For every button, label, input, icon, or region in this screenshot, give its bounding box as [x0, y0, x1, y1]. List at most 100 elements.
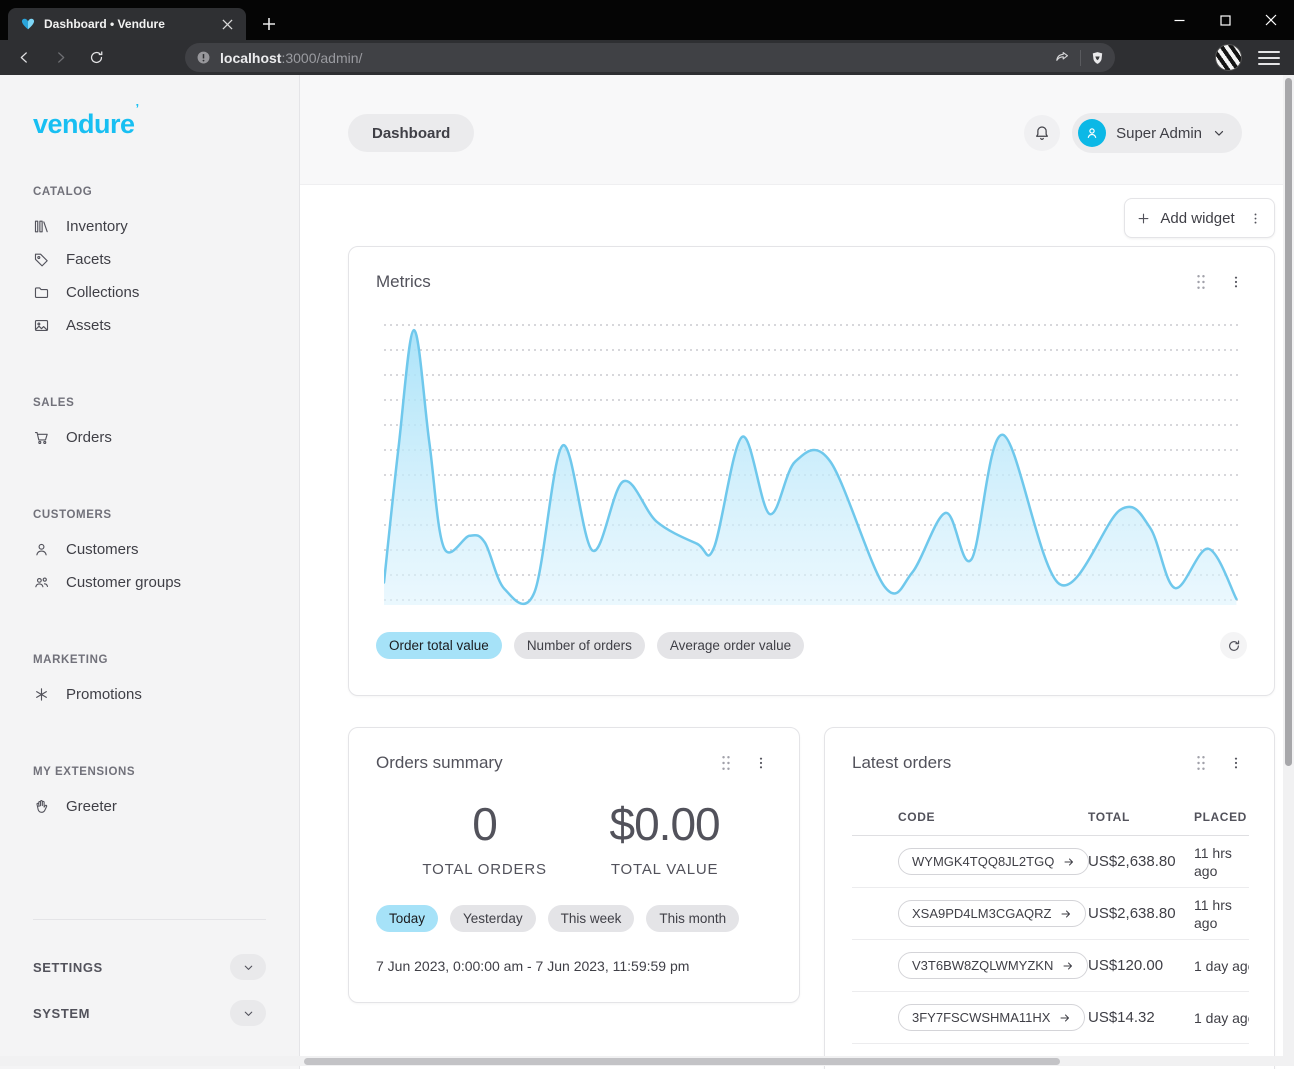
screen: Dashboard • Vendure: [0, 0, 1294, 1069]
promotions-icon: [33, 686, 50, 703]
new-tab-button[interactable]: [256, 11, 282, 37]
total-value-stat: $0.00 TOTAL VALUE: [560, 797, 769, 878]
kebab-menu-icon[interactable]: [1228, 755, 1244, 771]
sidebar-item-promotions[interactable]: Promotions: [0, 678, 299, 711]
drag-handle-icon[interactable]: [1194, 273, 1208, 291]
sidebar-section-sales: SALES Orders: [0, 397, 299, 454]
sidebar-divider: [33, 919, 266, 920]
tab-average-order-value[interactable]: Average order value: [657, 632, 804, 659]
system-expand-button[interactable]: [230, 1000, 266, 1026]
toolbar-divider: [1080, 50, 1081, 66]
sidebar-section-customers: CUSTOMERS Customers Customer groups: [0, 509, 299, 599]
total-orders-stat: 0 TOTAL ORDERS: [409, 797, 560, 878]
user-menu[interactable]: Super Admin: [1072, 113, 1242, 153]
order-code-link[interactable]: XSA9PD4LM3CGAQRZ: [898, 900, 1086, 927]
order-total: US$2,638.80: [1088, 853, 1194, 870]
metrics-chart: [384, 322, 1238, 607]
sidebar-section-my-extensions: MY EXTENSIONS Greeter: [0, 766, 299, 823]
horizontal-scrollbar-thumb[interactable]: [304, 1058, 1060, 1065]
section-label: SALES: [33, 397, 299, 409]
address-bar[interactable]: localhost:3000/admin/: [185, 43, 1115, 72]
total-orders-value: 0: [409, 797, 560, 851]
sidebar-section-marketing: MARKETING Promotions: [0, 654, 299, 711]
sidebar-item-assets[interactable]: Assets: [0, 309, 299, 342]
sidebar-item-inventory[interactable]: Inventory: [0, 210, 299, 243]
kebab-menu-icon[interactable]: [1228, 274, 1244, 290]
metrics-widget: Metrics: [348, 246, 1275, 696]
sidebar-item-collections[interactable]: Collections: [0, 276, 299, 309]
browser-profile-avatar[interactable]: [1215, 44, 1242, 71]
order-placed: 1 day ago: [1194, 957, 1249, 975]
sidebar-item-facets[interactable]: Facets: [0, 243, 299, 276]
latest-orders-table: CODE TOTAL PLACED AT WYMGK4TQQ8JL2TGQ US…: [852, 810, 1249, 1044]
total-value-value: $0.00: [560, 797, 769, 851]
tab-number-of-orders[interactable]: Number of orders: [514, 632, 645, 659]
forward-button[interactable]: [46, 44, 74, 72]
column-total: TOTAL: [1088, 810, 1194, 824]
horizontal-scrollbar[interactable]: [0, 1056, 1294, 1066]
column-code: CODE: [852, 810, 1088, 824]
sidebar-section-system[interactable]: SYSTEM: [33, 993, 266, 1033]
vendure-logo[interactable]: vendure’: [33, 109, 299, 140]
browser-toolbar: localhost:3000/admin/: [0, 40, 1294, 75]
brave-shield-icon[interactable]: [1090, 50, 1105, 66]
drag-handle-icon[interactable]: [1194, 754, 1208, 772]
inventory-icon: [33, 218, 50, 235]
window-close-button[interactable]: [1248, 0, 1294, 40]
sidebar-item-customers[interactable]: Customers: [0, 533, 299, 566]
share-icon[interactable]: [1054, 49, 1071, 66]
site-info-icon[interactable]: [196, 50, 211, 65]
vertical-scrollbar-thumb[interactable]: [1285, 78, 1292, 766]
add-widget-menu-icon[interactable]: [1248, 211, 1263, 226]
sidebar-item-label: Inventory: [66, 218, 128, 235]
user-avatar: [1078, 119, 1106, 147]
plus-icon: [1136, 211, 1151, 226]
sidebar-item-orders[interactable]: Orders: [0, 421, 299, 454]
range-today[interactable]: Today: [376, 905, 438, 932]
order-placed: 11 hrs ago: [1194, 896, 1249, 932]
arrow-right-icon: [1062, 960, 1074, 972]
browser-tab[interactable]: Dashboard • Vendure: [8, 8, 246, 40]
order-code-link[interactable]: V3T6BW8ZQLWMYZKN: [898, 952, 1088, 979]
window-maximize-button[interactable]: [1202, 0, 1248, 40]
table-row: WYMGK4TQQ8JL2TGQ US$2,638.80 11 hrs ago: [852, 836, 1249, 888]
range-this-month[interactable]: This month: [646, 905, 739, 932]
range-this-week[interactable]: This week: [548, 905, 635, 932]
reload-button[interactable]: [82, 44, 110, 72]
chevron-down-icon: [1212, 126, 1226, 140]
order-code-link[interactable]: 3FY7FSCWSHMA11HX: [898, 1004, 1085, 1031]
sidebar-item-greeter[interactable]: Greeter: [0, 790, 299, 823]
order-code-link[interactable]: WYMGK4TQQ8JL2TGQ: [898, 848, 1089, 875]
page-title[interactable]: Dashboard: [348, 114, 474, 152]
sidebar: vendure’ CATALOG Inventory Facets Collec…: [0, 75, 300, 1069]
refresh-icon: [1227, 639, 1241, 653]
page-header: Dashboard Super Admin: [300, 75, 1294, 185]
orders-icon: [33, 429, 50, 446]
sidebar-item-customer-groups[interactable]: Customer groups: [0, 566, 299, 599]
window-minimize-button[interactable]: [1156, 0, 1202, 40]
user-icon: [1084, 125, 1100, 141]
browser-titlebar: Dashboard • Vendure: [0, 0, 1294, 40]
order-total: US$2,638.80: [1088, 905, 1194, 922]
tab-order-total-value[interactable]: Order total value: [376, 632, 502, 659]
notifications-button[interactable]: [1024, 115, 1060, 151]
arrow-right-icon: [1059, 1012, 1071, 1024]
back-button[interactable]: [10, 44, 38, 72]
range-yesterday[interactable]: Yesterday: [450, 905, 536, 932]
sidebar-section-settings[interactable]: SETTINGS: [33, 947, 266, 987]
tab-close-icon[interactable]: [218, 15, 236, 33]
sidebar-section-catalog: CATALOG Inventory Facets Collections Ass…: [0, 186, 299, 342]
add-widget-button[interactable]: Add widget: [1124, 198, 1275, 238]
refresh-button[interactable]: [1220, 632, 1247, 659]
metrics-title: Metrics: [376, 272, 1194, 292]
total-value-label: TOTAL VALUE: [560, 861, 769, 878]
browser-menu-icon[interactable]: [1258, 47, 1280, 69]
drag-handle-icon[interactable]: [719, 754, 733, 772]
kebab-menu-icon[interactable]: [753, 755, 769, 771]
table-row: 3FY7FSCWSHMA11HX US$14.32 1 day ago: [852, 992, 1249, 1044]
sidebar-item-label: Facets: [66, 251, 111, 268]
latest-orders-widget: Latest orders CODE TOTAL PLACED AT WYMGK…: [824, 727, 1275, 1069]
settings-expand-button[interactable]: [230, 954, 266, 980]
arrow-right-icon: [1063, 856, 1075, 868]
vertical-scrollbar[interactable]: [1283, 75, 1294, 1056]
